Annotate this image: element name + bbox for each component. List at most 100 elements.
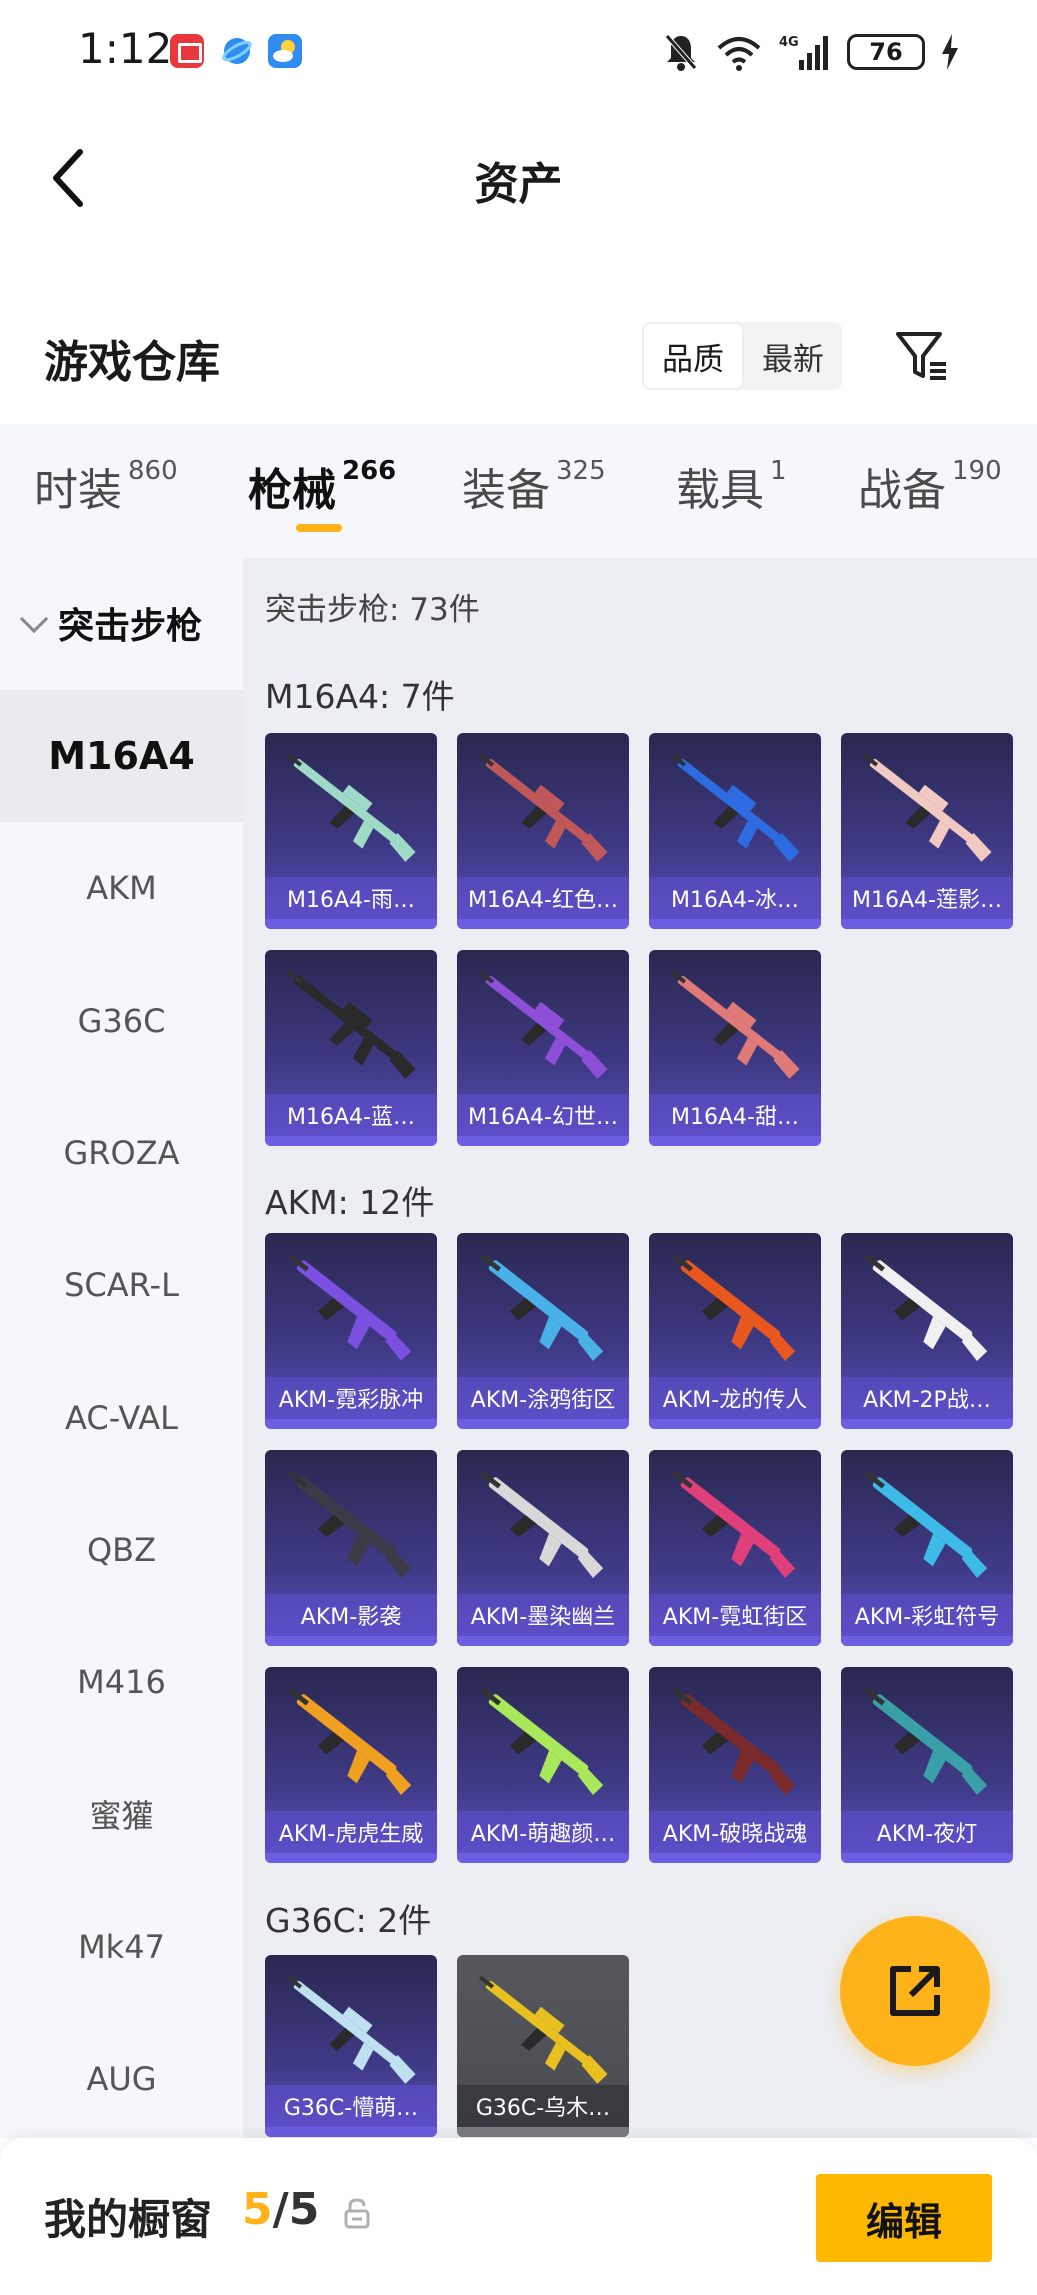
rarity-bar: [457, 1419, 629, 1429]
rarity-bar: [457, 2127, 629, 2137]
weapon-skin-name: M16A4-冰…: [649, 877, 821, 919]
tab-firearms[interactable]: 枪械 266: [248, 454, 396, 518]
weapon-skin-card[interactable]: G36C-乌木…: [457, 1955, 629, 2137]
sidebar-item[interactable]: G36C: [0, 955, 243, 1087]
showcase-current: 5: [242, 2184, 273, 2235]
weapon-skin-name: AKM-夜灯: [841, 1811, 1013, 1853]
rifle-icon: [670, 970, 800, 1079]
rarity-bar: [265, 1419, 437, 1429]
tab-count: 860: [128, 456, 178, 486]
sidebar-item[interactable]: 蜜獾: [0, 1748, 243, 1880]
rarity-bar: [265, 1136, 437, 1146]
weapon-skin-name: G36C-懵萌…: [265, 2085, 437, 2127]
status-time: 1:12: [78, 24, 173, 73]
weapon-skin-name: AKM-霓虹街区: [649, 1594, 821, 1636]
weapon-skin-card[interactable]: M16A4-甜…: [649, 950, 821, 1146]
weapon-skin-name: AKM-墨染幽兰: [457, 1594, 629, 1636]
weapon-skin-name: M16A4-莲影…: [841, 877, 1013, 919]
group-header: AKM: 12件: [265, 1183, 435, 1222]
weapon-skin-card[interactable]: AKM-夜灯: [841, 1667, 1013, 1863]
sidebar-item[interactable]: QBZ: [0, 1484, 243, 1616]
weapon-skin-name: M16A4-幻世…: [457, 1094, 629, 1136]
page-title: 资产: [474, 159, 563, 210]
weapon-skin-card[interactable]: M16A4-幻世…: [457, 950, 629, 1146]
sidebar-item[interactable]: GROZA: [0, 1087, 243, 1219]
sort-quality-button[interactable]: 品质: [642, 322, 744, 390]
tab-vehicles[interactable]: 载具 1: [676, 454, 787, 518]
status-bar: 1:12 4G 76: [0, 0, 1037, 100]
weapon-skin-card[interactable]: M16A4-雨…: [265, 733, 437, 929]
filter-icon: [896, 332, 946, 380]
sidebar-item[interactable]: SCAR-L: [0, 1219, 243, 1351]
sort-latest-button[interactable]: 最新: [744, 322, 842, 390]
sidebar-item[interactable]: AKM: [0, 822, 243, 954]
weapon-skin-name: AKM-2P战…: [841, 1377, 1013, 1419]
weapon-skin-card[interactable]: AKM-龙的传人: [649, 1233, 821, 1429]
lock-icon[interactable]: [340, 2196, 374, 2230]
rifle-icon: [672, 1471, 796, 1578]
rarity-bar: [265, 919, 437, 929]
wifi-icon: [717, 37, 761, 71]
weapon-skin-name: M16A4-蓝…: [265, 1094, 437, 1136]
weapon-skin-card[interactable]: AKM-墨染幽兰: [457, 1450, 629, 1646]
weapon-skin-card[interactable]: AKM-涂鸦街区: [457, 1233, 629, 1429]
tab-supplies[interactable]: 战备 190: [858, 454, 1002, 518]
weapon-skin-name: AKM-彩虹符号: [841, 1594, 1013, 1636]
weapon-skin-name: AKM-影袭: [265, 1594, 437, 1636]
rifle-icon: [480, 1471, 604, 1578]
sidebar-item[interactable]: AUG: [0, 2013, 243, 2145]
status-icons: 4G 76: [663, 30, 959, 74]
rarity-bar: [457, 1636, 629, 1646]
weapon-skin-card[interactable]: M16A4-莲影…: [841, 733, 1013, 929]
share-button[interactable]: [840, 1916, 990, 2066]
weapon-skin-card[interactable]: AKM-霓彩脉冲: [265, 1233, 437, 1429]
rarity-bar: [841, 1419, 1013, 1429]
item-grid-panel: 突击步枪: 73件 M16A4: 7件 M16A4-雨… M16A4-红色… M16A…: [243, 558, 1037, 2138]
weapon-skin-name: M16A4-雨…: [265, 877, 437, 919]
sort-toggle: 品质 最新: [642, 322, 842, 390]
rarity-bar: [265, 2127, 437, 2137]
weapon-skin-card[interactable]: M16A4-冰…: [649, 733, 821, 929]
category-tabs: 时装 860 枪械 266 装备 325 载具 1 战备 190: [0, 424, 1037, 558]
weapon-skin-card[interactable]: G36C-懵萌…: [265, 1955, 437, 2137]
weapon-skin-card[interactable]: AKM-萌趣颜…: [457, 1667, 629, 1863]
weapon-skin-card[interactable]: AKM-霓虹街区: [649, 1450, 821, 1646]
filter-button[interactable]: [888, 322, 956, 390]
weapon-skin-name: AKM-破晓战魂: [649, 1811, 821, 1853]
rifle-icon: [478, 970, 608, 1079]
sidebar-item[interactable]: M416: [0, 1616, 243, 1748]
tab-count: 1: [770, 456, 787, 486]
showcase-total: /5: [272, 2184, 320, 2235]
rifle-icon: [478, 753, 608, 862]
rarity-bar: [649, 1419, 821, 1429]
sidebar-item[interactable]: Mk47: [0, 1881, 243, 2013]
weapon-skin-card[interactable]: AKM-影袭: [265, 1450, 437, 1646]
tab-equipment[interactable]: 装备 325: [462, 454, 606, 518]
weapon-skin-name: AKM-涂鸦街区: [457, 1377, 629, 1419]
tab-outfits[interactable]: 时装 860: [34, 454, 178, 518]
rifle-icon: [864, 1254, 988, 1361]
weapon-skin-card[interactable]: AKM-2P战…: [841, 1233, 1013, 1429]
tab-count: 325: [556, 456, 606, 486]
weapon-skin-card[interactable]: M16A4-蓝…: [265, 950, 437, 1146]
edit-button[interactable]: 编辑: [816, 2174, 992, 2262]
weather-app-icon: [268, 34, 302, 68]
rarity-bar: [457, 1853, 629, 1863]
sidebar-group-assault-rifles[interactable]: 突击步枪: [0, 558, 243, 688]
rarity-bar: [649, 1136, 821, 1146]
tab-label: 枪械: [248, 465, 336, 516]
weapon-skin-card[interactable]: M16A4-红色…: [457, 733, 629, 929]
sidebar-item[interactable]: M16A4: [0, 690, 243, 822]
rifle-icon: [480, 1688, 604, 1795]
sidebar-group-label: 突击步枪: [58, 606, 203, 647]
weapon-skin-card[interactable]: AKM-虎虎生威: [265, 1667, 437, 1863]
weapon-skin-card[interactable]: AKM-破晓战魂: [649, 1667, 821, 1863]
tab-count: 266: [342, 456, 397, 486]
weapon-skin-card[interactable]: AKM-彩虹符号: [841, 1450, 1013, 1646]
sidebar-item[interactable]: AC-VAL: [0, 1352, 243, 1484]
svg-text:4G: 4G: [779, 35, 799, 50]
weapon-skin-name: M16A4-甜…: [649, 1094, 821, 1136]
rifle-icon: [286, 970, 416, 1079]
category-count-header: 突击步枪: 73件: [265, 592, 480, 628]
rifle-icon: [288, 1471, 412, 1578]
